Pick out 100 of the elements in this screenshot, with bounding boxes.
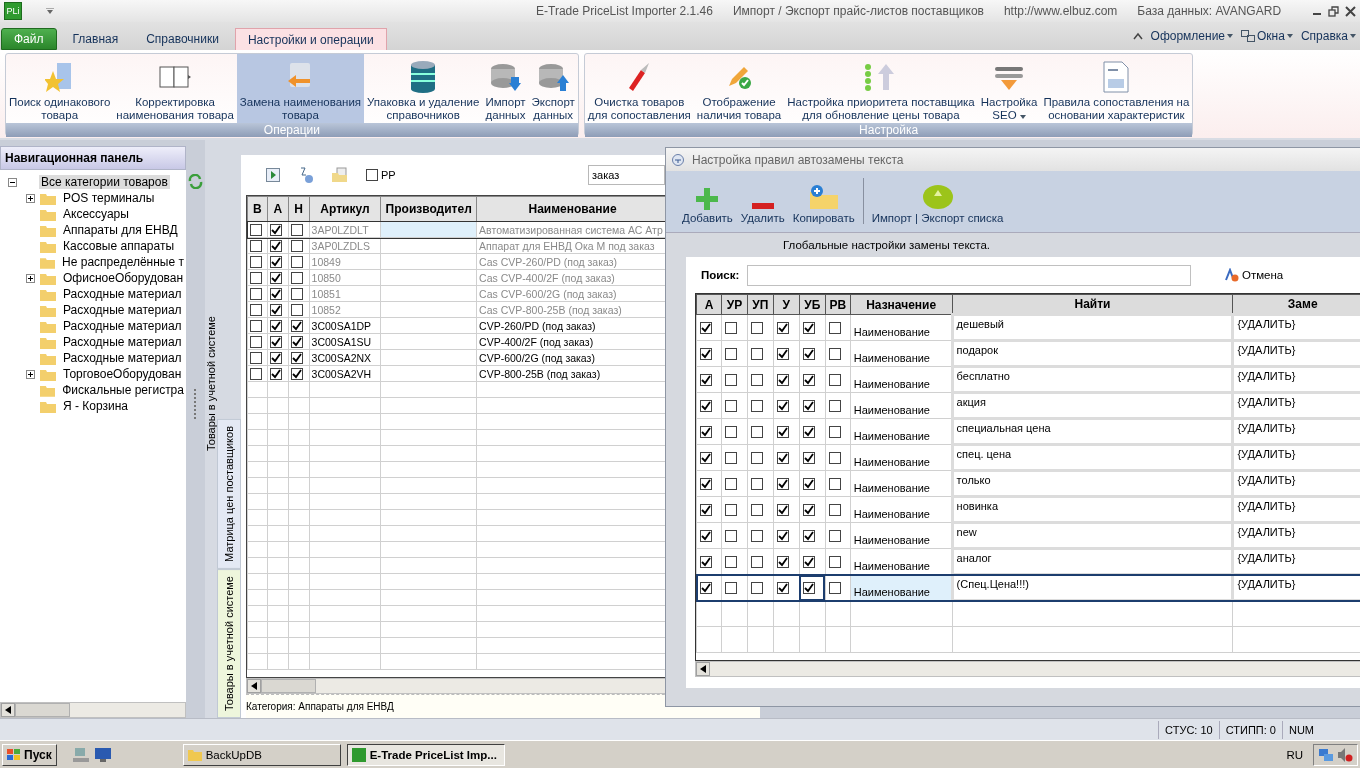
- checkbox[interactable]: [290, 240, 303, 253]
- horizontal-scrollbar[interactable]: [695, 661, 1360, 677]
- column-header[interactable]: Н: [288, 196, 310, 222]
- checkbox[interactable]: [828, 504, 841, 517]
- column-header[interactable]: А: [267, 196, 289, 222]
- checkbox[interactable]: [250, 240, 262, 253]
- column-header[interactable]: УР: [721, 294, 748, 315]
- tree-item[interactable]: Аппараты для ЕНВД: [61, 223, 180, 237]
- caret-icon[interactable]: [46, 8, 54, 14]
- checkbox[interactable]: [802, 348, 815, 361]
- splitter-grip[interactable]: [193, 389, 198, 419]
- menu-item[interactable]: Справка: [1300, 29, 1348, 43]
- desktop-icon[interactable]: [94, 747, 111, 762]
- checkbox[interactable]: [700, 582, 712, 595]
- tree-item[interactable]: Расходные материал: [61, 319, 184, 333]
- tree-item[interactable]: Расходные материал: [61, 335, 184, 349]
- checkbox[interactable]: [828, 374, 841, 387]
- tree-item[interactable]: ТорговоеОборудован: [61, 367, 184, 381]
- checkbox[interactable]: [776, 478, 789, 491]
- expand-icon[interactable]: [26, 193, 35, 203]
- checkbox[interactable]: [802, 452, 815, 465]
- checkbox[interactable]: [290, 352, 303, 365]
- taskbar-button[interactable]: BackUpDB: [182, 743, 341, 766]
- expand-icon[interactable]: [26, 369, 35, 379]
- checkbox[interactable]: [724, 322, 737, 335]
- checkbox[interactable]: [269, 224, 282, 237]
- checkbox[interactable]: [269, 336, 282, 349]
- speaker-muted-icon[interactable]: [1337, 746, 1353, 763]
- checkbox[interactable]: [724, 426, 737, 439]
- scroll-left-icon[interactable]: [5, 706, 11, 714]
- checkbox[interactable]: [802, 504, 815, 517]
- checkbox[interactable]: [750, 582, 763, 595]
- ribbon-button[interactable]: Настройка приоритета поставщика для обновление цены товара: [784, 54, 978, 123]
- toolbar-button[interactable]: Импорт | Экспорт списка: [871, 184, 1004, 224]
- checkbox[interactable]: [802, 400, 815, 413]
- column-header[interactable]: Артикул: [309, 196, 381, 222]
- ribbon-button[interactable]: Правила сопоставления на основании характеристик: [1040, 54, 1193, 123]
- checkbox[interactable]: [250, 320, 262, 333]
- checkbox[interactable]: [802, 556, 815, 569]
- checkbox[interactable]: [269, 256, 282, 269]
- checkbox[interactable]: [724, 452, 737, 465]
- checkbox[interactable]: [724, 400, 737, 413]
- toolbar-button[interactable]: Копировать: [792, 184, 855, 224]
- tree-item[interactable]: POS терминалы: [61, 191, 157, 205]
- checkbox[interactable]: [250, 288, 262, 301]
- checkbox[interactable]: [802, 530, 815, 543]
- checkbox[interactable]: [750, 374, 763, 387]
- checkbox[interactable]: [750, 400, 763, 413]
- checkbox[interactable]: [250, 304, 262, 317]
- search-field[interactable]: заказ: [588, 165, 665, 185]
- checkbox[interactable]: [700, 452, 712, 465]
- checkbox[interactable]: [250, 272, 262, 285]
- checkbox[interactable]: [290, 224, 303, 237]
- checkbox[interactable]: [750, 426, 763, 439]
- tree-item[interactable]: Не распределённые т: [60, 255, 186, 269]
- tree-item[interactable]: Кассовые аппараты: [61, 239, 177, 253]
- menu-item[interactable]: Окна: [1257, 29, 1285, 43]
- checkbox[interactable]: [700, 530, 712, 543]
- column-header[interactable]: Производител: [380, 196, 477, 222]
- ribbon-button[interactable]: Замена наименования товара: [236, 54, 365, 123]
- checkbox[interactable]: [269, 240, 282, 253]
- ribbon-button[interactable]: Отображение наличия товара: [693, 54, 785, 123]
- checkbox[interactable]: [750, 556, 763, 569]
- checkbox[interactable]: [269, 304, 282, 317]
- checkbox[interactable]: [724, 374, 737, 387]
- checkbox[interactable]: [724, 504, 737, 517]
- column-header[interactable]: УП: [747, 294, 774, 315]
- checkbox[interactable]: [290, 272, 303, 285]
- network-icon[interactable]: [1318, 746, 1334, 763]
- checkbox[interactable]: [290, 288, 303, 301]
- tree-item[interactable]: Фискальные регистра: [60, 383, 186, 397]
- checkbox[interactable]: [776, 374, 789, 387]
- tree-item[interactable]: Расходные материал: [61, 287, 184, 301]
- ribbon-button[interactable]: Настройка SEO: [977, 54, 1041, 123]
- column-header[interactable]: Найти: [952, 294, 1233, 315]
- checkbox[interactable]: [724, 556, 737, 569]
- checkbox[interactable]: [269, 272, 282, 285]
- taskbar-button[interactable]: E-Trade PriceList Imp...: [346, 743, 505, 766]
- checkbox[interactable]: [700, 556, 712, 569]
- checkbox[interactable]: [828, 478, 841, 491]
- checkbox[interactable]: [750, 478, 763, 491]
- checkbox[interactable]: [776, 426, 789, 439]
- checkbox[interactable]: [776, 504, 789, 517]
- ribbon-button[interactable]: Экспорт данных: [528, 54, 578, 123]
- checkbox[interactable]: [724, 478, 737, 491]
- checkbox[interactable]: [802, 322, 815, 335]
- toolbar-button[interactable]: Добавить: [682, 188, 733, 224]
- scroll-thumb[interactable]: [15, 703, 70, 717]
- language-indicator[interactable]: RU: [1286, 748, 1303, 761]
- checkbox[interactable]: [802, 478, 815, 491]
- column-header[interactable]: Назначение: [850, 294, 953, 315]
- sort-icon[interactable]: [298, 167, 314, 183]
- checkbox[interactable]: [700, 348, 712, 361]
- restore-icon[interactable]: [1328, 5, 1339, 17]
- side-tab[interactable]: Товары в учетной системе: [217, 568, 241, 718]
- checkbox[interactable]: [828, 452, 841, 465]
- checkbox[interactable]: [250, 224, 262, 237]
- ribbon-button[interactable]: Импорт данных: [482, 54, 529, 123]
- menu-item[interactable]: Оформление: [1150, 29, 1226, 43]
- column-header[interactable]: А: [696, 294, 722, 315]
